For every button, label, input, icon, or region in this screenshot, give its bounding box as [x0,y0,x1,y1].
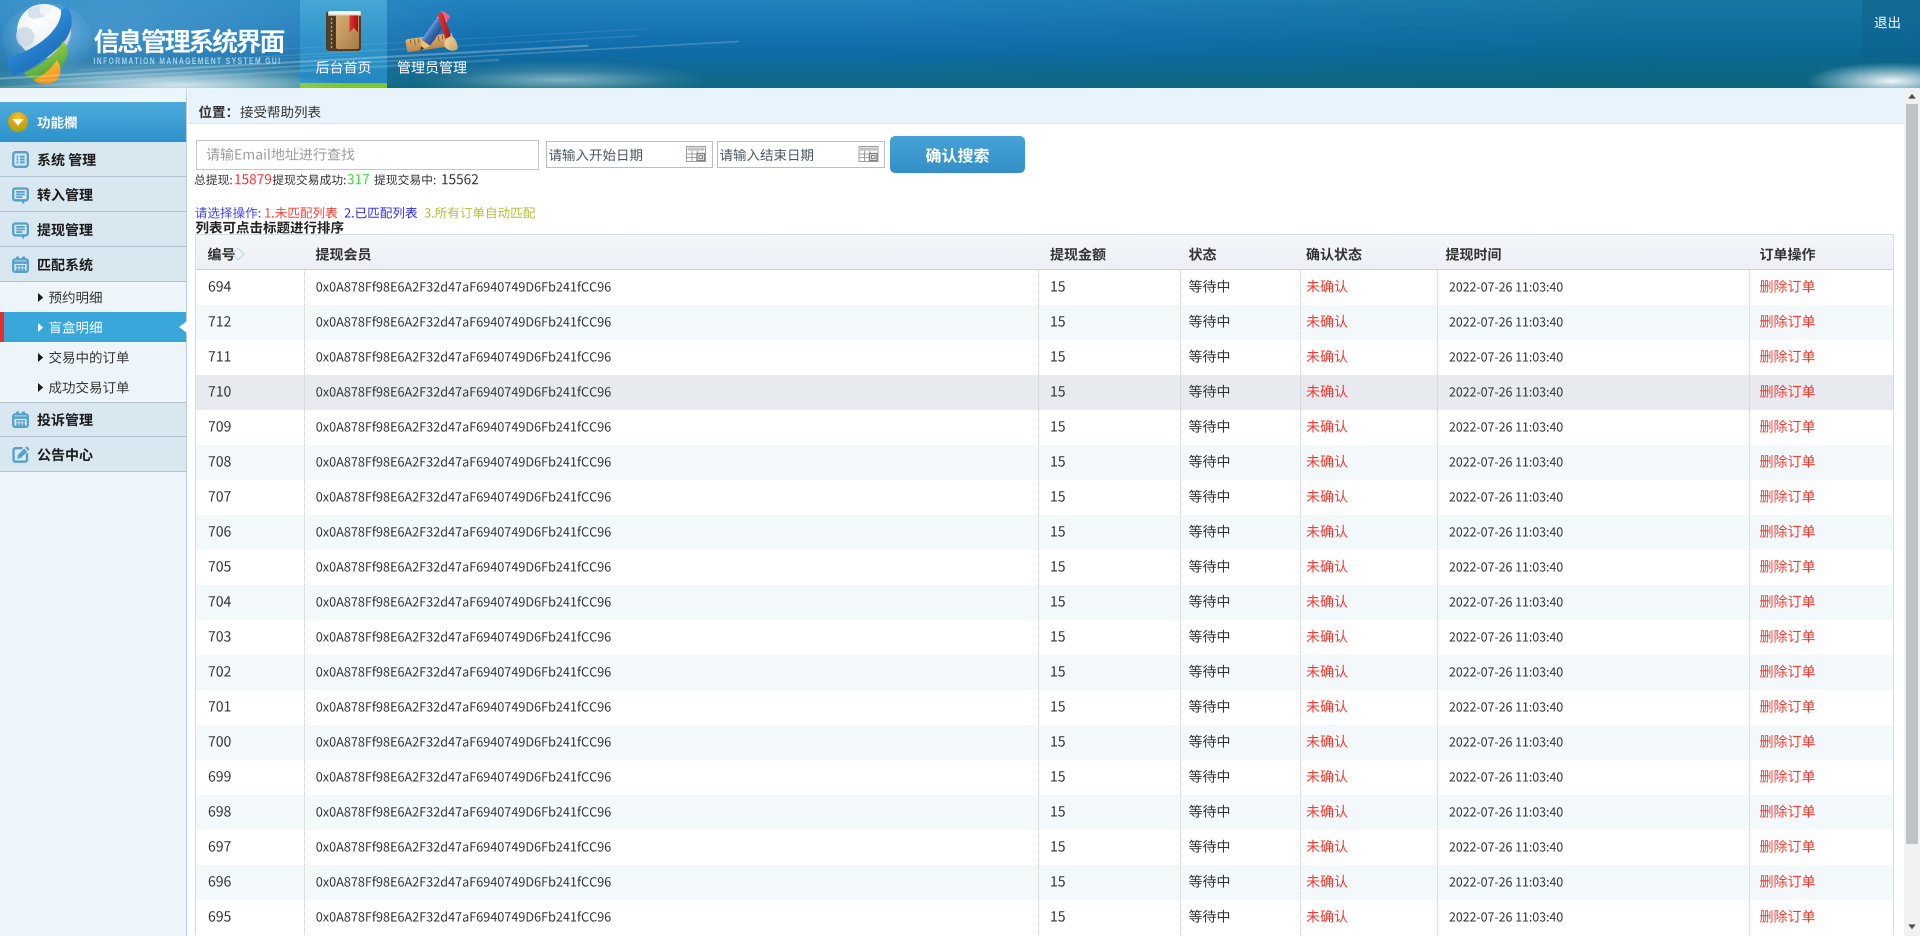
svg-text:INFORMATION MANAGEMENT SYSTEM: INFORMATION MANAGEMENT SYSTEM GUI [94,56,282,67]
